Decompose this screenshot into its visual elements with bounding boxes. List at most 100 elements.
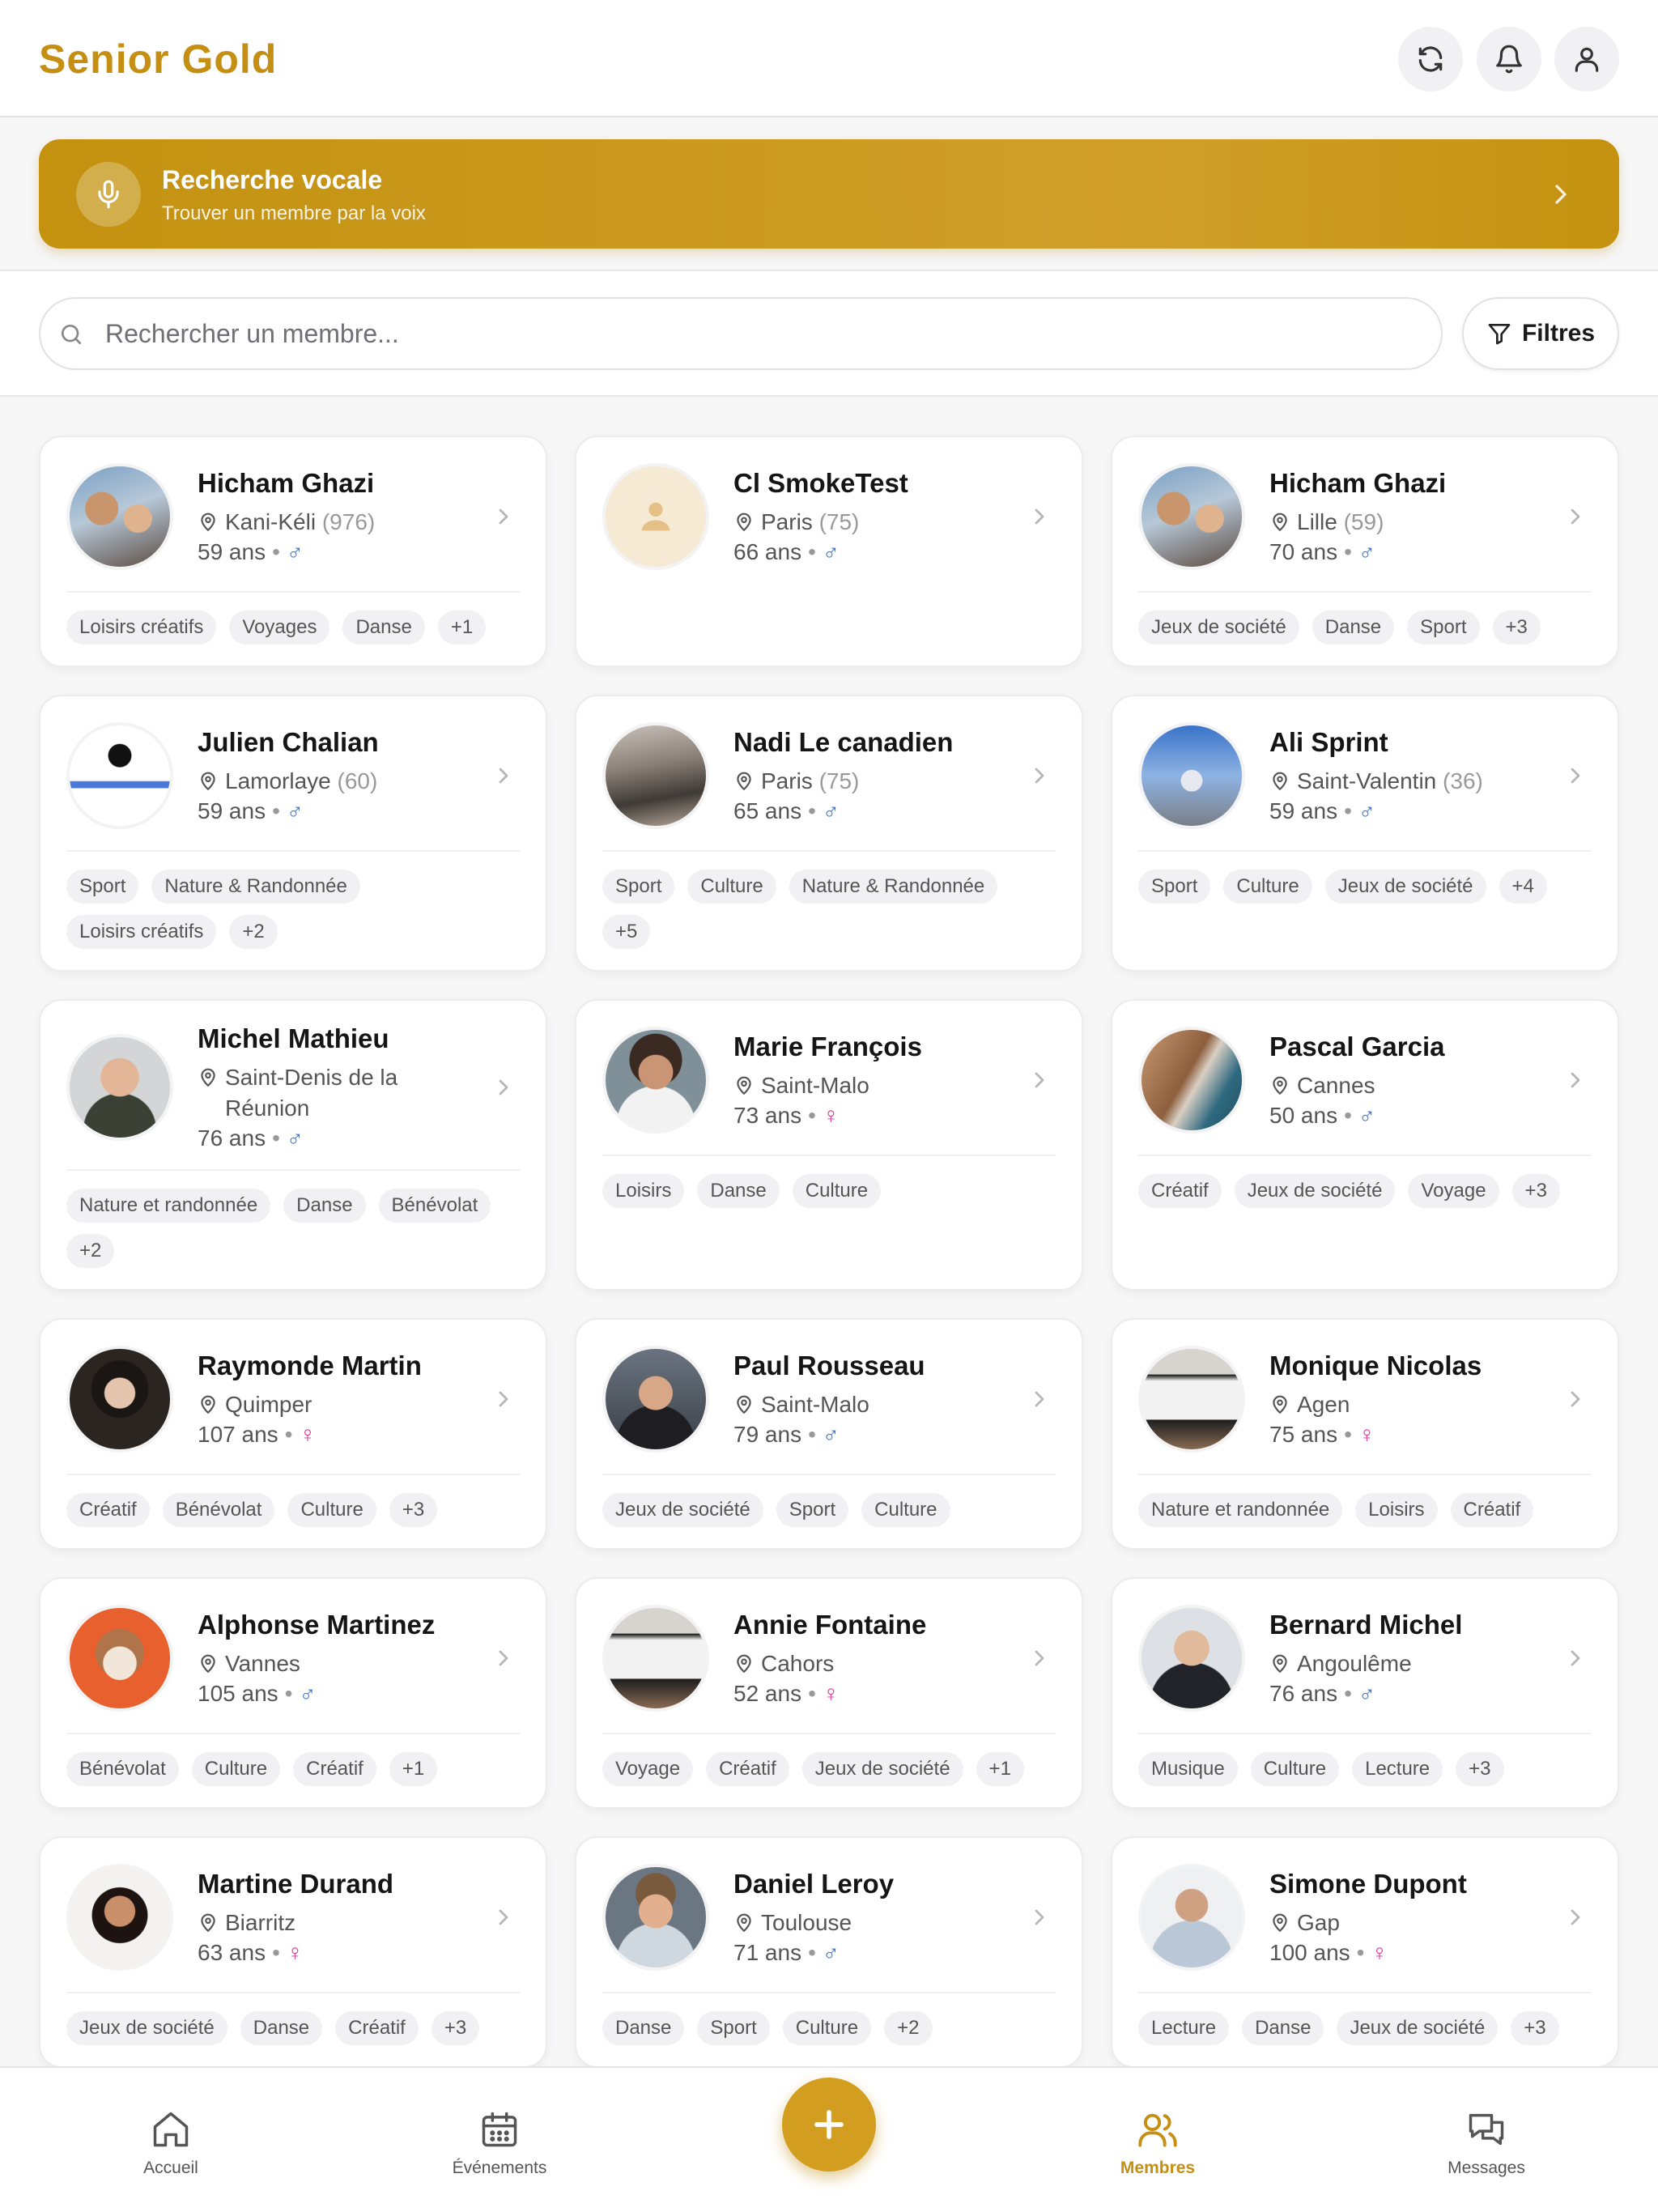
member-card[interactable]: Cl SmokeTest Paris (75) 66 ans • ♂: [575, 436, 1083, 667]
member-card[interactable]: Hicham Ghazi Kani-Kéli (976) 59 ans • ♂ Loisi…: [39, 436, 547, 667]
member-name: Hicham Ghazi: [1269, 468, 1447, 498]
interest-tag: +3: [1511, 2011, 1559, 2045]
location-pin-icon: [737, 1395, 751, 1414]
interest-tag: +2: [229, 915, 278, 949]
nav-item-evenements[interactable]: Événements: [402, 2068, 597, 2212]
member-card[interactable]: Bernard Michel Angoulême 76 ans • ♂ Musique Cu…: [1111, 1577, 1619, 1809]
gender-icon: ♂: [822, 539, 840, 564]
member-card[interactable]: Hicham Ghazi Lille (59) 70 ans • ♂ Jeux de so…: [1111, 436, 1619, 667]
interest-tag: Culture: [191, 1752, 281, 1786]
interest-tag: Culture: [792, 1174, 882, 1208]
nav-item-membres[interactable]: Membres: [1061, 2068, 1255, 2212]
chevron-right-icon: [1571, 1650, 1580, 1666]
avatar: [66, 1605, 173, 1712]
refresh-button[interactable]: [1398, 27, 1463, 91]
member-card[interactable]: Pascal Garcia Cannes 50 ans • ♂ Créatif Jeux d…: [1111, 999, 1619, 1291]
avatar: [602, 463, 709, 570]
member-name: Raymonde Martin: [198, 1351, 422, 1380]
avatar: [66, 463, 173, 570]
interest-tags: Sport Culture Nature & Randonnée +5: [602, 850, 1056, 949]
member-name: Hicham Ghazi: [198, 468, 375, 498]
member-city: Saint-Malo: [761, 1073, 869, 1098]
member-card[interactable]: Michel Mathieu Saint-Denis de la Réunion 7…: [39, 999, 547, 1291]
member-age: 50 ans: [1269, 1103, 1338, 1128]
avatar: [66, 1346, 173, 1453]
member-card[interactable]: Paul Rousseau Saint-Malo 79 ans • ♂ Jeux de s…: [575, 1318, 1083, 1550]
interest-tags: Créatif Jeux de société Voyage +3: [1138, 1155, 1592, 1208]
member-location: Saint-Malo: [733, 1389, 1007, 1420]
member-card[interactable]: Daniel Leroy Toulouse 71 ans • ♂ Danse Sport Cu…: [575, 1836, 1083, 2068]
interest-tags: Créatif Bénévolat Culture +3: [66, 1474, 520, 1527]
member-location: Vannes: [198, 1648, 471, 1679]
gender-icon: ♂: [286, 539, 304, 564]
member-city: Kani-Kéli: [225, 509, 317, 534]
member-postal-code: (60): [337, 768, 378, 793]
chevron-right-icon: [499, 768, 508, 784]
member-card[interactable]: Julien Chalian Lamorlaye (60) 59 ans • ♂ Spor…: [39, 695, 547, 972]
member-city: Saint-Denis de la Réunion: [225, 1065, 398, 1121]
member-card[interactable]: Martine Durand Biarritz 63 ans • ♀ Jeux de so…: [39, 1836, 547, 2068]
member-city: Toulouse: [761, 1910, 852, 1935]
member-postal-code: (36): [1443, 768, 1483, 793]
nav-item-accueil[interactable]: Accueil: [74, 2068, 268, 2212]
interest-tag: Culture: [1250, 1752, 1340, 1786]
location-pin-icon: [1273, 1654, 1287, 1674]
member-name: Cl SmokeTest: [733, 468, 908, 498]
location-pin-icon: [201, 1068, 215, 1087]
member-card[interactable]: Marie François Saint-Malo 73 ans • ♀ Loisirs D…: [575, 999, 1083, 1291]
chevron-right-icon: [1035, 1072, 1044, 1088]
member-location: Lille (59): [1269, 507, 1543, 538]
interest-tag: Culture: [1223, 870, 1312, 904]
gender-icon: ♂: [822, 798, 840, 823]
member-age: 105 ans: [198, 1681, 278, 1706]
nav-item-messages[interactable]: Messages: [1389, 2068, 1584, 2212]
search-bar[interactable]: [39, 297, 1443, 370]
nav-label-messages: Messages: [1448, 2159, 1525, 2177]
interest-tag: Jeux de société: [1234, 1174, 1396, 1208]
chevron-right-icon: [1035, 1391, 1044, 1407]
profile-button[interactable]: [1554, 27, 1619, 91]
search-input[interactable]: [105, 308, 1417, 359]
member-name: Paul Rousseau: [733, 1351, 925, 1380]
interest-tag: Bénévolat: [66, 1752, 179, 1786]
interest-tag: Sport: [776, 1493, 849, 1527]
member-location: Quimper: [198, 1389, 471, 1420]
messages-icon: [1469, 2113, 1504, 2146]
filters-button[interactable]: Filtres: [1462, 297, 1619, 370]
plus-icon: [814, 2110, 844, 2139]
interest-tag: Jeux de société: [1138, 610, 1299, 644]
member-postal-code: (75): [818, 509, 860, 534]
avatar: [602, 1346, 709, 1453]
interest-tag: Sport: [602, 870, 675, 904]
location-pin-icon: [737, 1913, 751, 1933]
location-pin-icon: [1273, 1395, 1287, 1414]
member-name: Martine Durand: [198, 1869, 394, 1899]
add-button[interactable]: [782, 2078, 876, 2172]
interest-tag: Bénévolat: [162, 1493, 275, 1527]
member-card[interactable]: Alphonse Martinez Vannes 105 ans • ♂ Bénévola…: [39, 1577, 547, 1809]
gender-icon: ♂: [1358, 1103, 1375, 1128]
gender-icon: ♀: [286, 1940, 304, 1965]
member-city: Saint-Malo: [761, 1392, 869, 1417]
chevron-right-icon: [499, 1650, 508, 1666]
member-card[interactable]: Raymonde Martin Quimper 107 ans • ♀ Créatif Bé…: [39, 1318, 547, 1550]
member-location: Gap: [1269, 1908, 1543, 1938]
member-card[interactable]: Nadi Le canadien Paris (75) 65 ans • ♂ Sport C…: [575, 695, 1083, 972]
voice-search-banner[interactable]: Recherche vocale Trouver un membre par l…: [39, 139, 1619, 249]
app-header: Senior Gold: [0, 0, 1658, 117]
chevron-right-icon: [499, 1079, 508, 1095]
member-card[interactable]: Annie Fontaine Cahors 52 ans • ♀ Voyage Créati…: [575, 1577, 1083, 1809]
interest-tag: Jeux de société: [602, 1493, 763, 1527]
member-card[interactable]: Ali Sprint Saint-Valentin (36) 59 ans • ♂ Spo…: [1111, 695, 1619, 972]
gender-icon: ♀: [822, 1103, 840, 1128]
avatar: [602, 722, 709, 829]
member-card[interactable]: Monique Nicolas Agen 75 ans • ♀ Nature et ran…: [1111, 1318, 1619, 1550]
member-card[interactable]: Simone Dupont Gap 100 ans • ♀ Lecture Danse Jeu…: [1111, 1836, 1619, 2068]
interest-tag: Nature et randonnée: [1138, 1493, 1343, 1527]
interest-tag: Loisirs créatifs: [66, 610, 217, 644]
member-name: Annie Fontaine: [733, 1610, 927, 1640]
member-location: Paris (75): [733, 507, 1007, 538]
location-pin-icon: [201, 1395, 215, 1414]
member-city: Vannes: [225, 1651, 300, 1676]
notifications-button[interactable]: [1477, 27, 1541, 91]
